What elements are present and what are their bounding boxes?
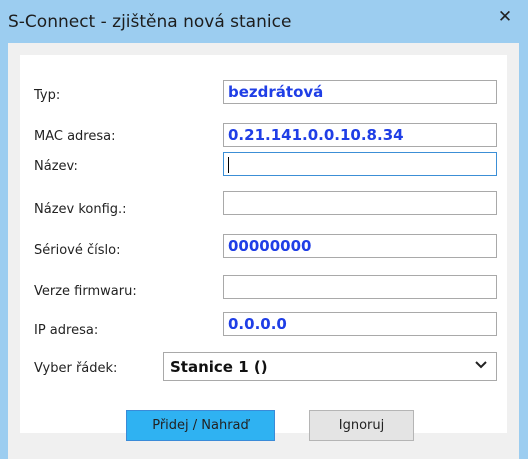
vyber-radek-label: Vyber řádek:	[34, 361, 118, 376]
dialog-body: Typ: bezdrátová MAC adresa: 0.21.141.0.0…	[8, 43, 519, 459]
verze-firmwaru-field[interactable]	[223, 275, 497, 299]
nazev-label: Název:	[34, 159, 78, 174]
seriove-cislo-field[interactable]: 00000000	[223, 234, 497, 258]
vyber-radek-select[interactable]: Stanice 1 ()	[163, 352, 497, 381]
add-replace-button[interactable]: Přidej / Nahraď	[126, 410, 275, 441]
window-title: S-Connect - zjištěna nová stanice	[8, 12, 292, 32]
seriove-cislo-label: Sériové číslo:	[34, 243, 121, 258]
title-bar: S-Connect - zjištěna nová stanice ✕	[0, 0, 528, 43]
ignore-button[interactable]: Ignoruj	[309, 410, 414, 441]
nazev-field[interactable]	[223, 152, 497, 176]
text-caret	[228, 157, 229, 173]
close-button[interactable]: ✕	[482, 0, 528, 34]
ip-label: IP adresa:	[34, 323, 99, 338]
mac-label: MAC adresa:	[34, 129, 116, 144]
nazev-konfig-label: Název konfig.:	[34, 202, 127, 217]
nazev-konfig-field[interactable]	[223, 191, 497, 215]
typ-label: Typ:	[34, 88, 61, 103]
chevron-down-icon	[474, 357, 488, 376]
mac-field[interactable]: 0.21.141.0.0.10.8.34	[223, 123, 497, 147]
typ-field[interactable]: bezdrátová	[223, 80, 497, 104]
station-form: Typ: bezdrátová MAC adresa: 0.21.141.0.0…	[20, 55, 507, 433]
vyber-radek-value: Stanice 1 ()	[170, 358, 268, 376]
ip-field[interactable]: 0.0.0.0	[223, 312, 497, 336]
verze-firmwaru-label: Verze firmwaru:	[34, 284, 137, 299]
